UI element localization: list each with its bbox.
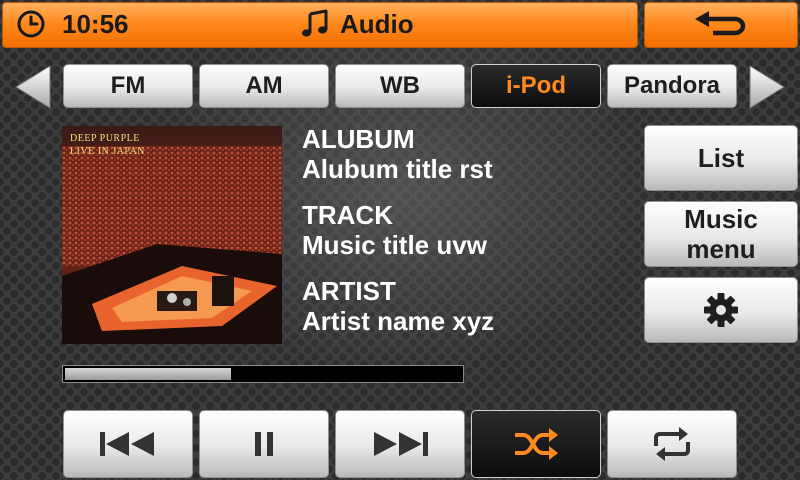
- shuffle-icon: [515, 428, 558, 460]
- list-label: List: [697, 143, 745, 173]
- page-title: Audio: [300, 6, 414, 42]
- tab-wb[interactable]: WB: [335, 64, 465, 108]
- tab-label: i-Pod: [506, 72, 566, 99]
- next-track-button[interactable]: [335, 410, 465, 478]
- music-note-icon: [302, 9, 328, 37]
- album-art-image: [62, 126, 282, 344]
- repeat-icon: [654, 427, 690, 461]
- tab-label: AM: [245, 72, 283, 99]
- album-art-text: DEEP PURPLE LIVE IN JAPAN: [70, 133, 146, 157]
- repeat-button[interactable]: [607, 410, 737, 478]
- progress-bar[interactable]: [62, 365, 464, 383]
- list-button[interactable]: List: [644, 125, 798, 191]
- tab-fm[interactable]: FM: [63, 64, 193, 108]
- settings-button[interactable]: [644, 277, 798, 343]
- next-track-icon: [374, 432, 428, 456]
- pause-button[interactable]: [199, 410, 329, 478]
- gear-icon: [704, 293, 738, 327]
- tab-ipod[interactable]: i-Pod: [471, 64, 601, 108]
- music-menu-label: Music menu: [684, 204, 758, 264]
- back-arrow-icon: [695, 11, 746, 36]
- back-button[interactable]: [644, 2, 798, 48]
- tab-scroll-left-arrow[interactable]: [12, 62, 52, 112]
- track-value: Music title uvw: [302, 230, 487, 260]
- progress-fill: [65, 368, 231, 380]
- pause-icon: [255, 432, 273, 456]
- tab-scroll-right-arrow[interactable]: [748, 62, 788, 112]
- music-menu-button[interactable]: Music menu: [644, 201, 798, 267]
- shuffle-button[interactable]: [471, 410, 601, 478]
- tab-am[interactable]: AM: [199, 64, 329, 108]
- clock-time: 10:56: [62, 9, 129, 39]
- title-text: Audio: [340, 9, 414, 39]
- artist-value: Artist name xyz: [302, 306, 495, 336]
- album-value: Alubum title rst: [302, 154, 493, 184]
- artist-label: ARTIST: [302, 276, 396, 306]
- tab-pandora[interactable]: Pandora: [607, 64, 737, 108]
- tab-label: FM: [110, 72, 146, 99]
- track-label: TRACK: [302, 200, 393, 230]
- album-art: DEEP PURPLE LIVE IN JAPAN: [62, 126, 282, 344]
- tab-label: WB: [380, 72, 420, 99]
- clock-icon: [17, 10, 45, 38]
- previous-track-button[interactable]: [63, 410, 193, 478]
- tab-label: Pandora: [623, 72, 721, 99]
- previous-track-icon: [100, 432, 154, 456]
- album-label: ALUBUM: [302, 124, 415, 154]
